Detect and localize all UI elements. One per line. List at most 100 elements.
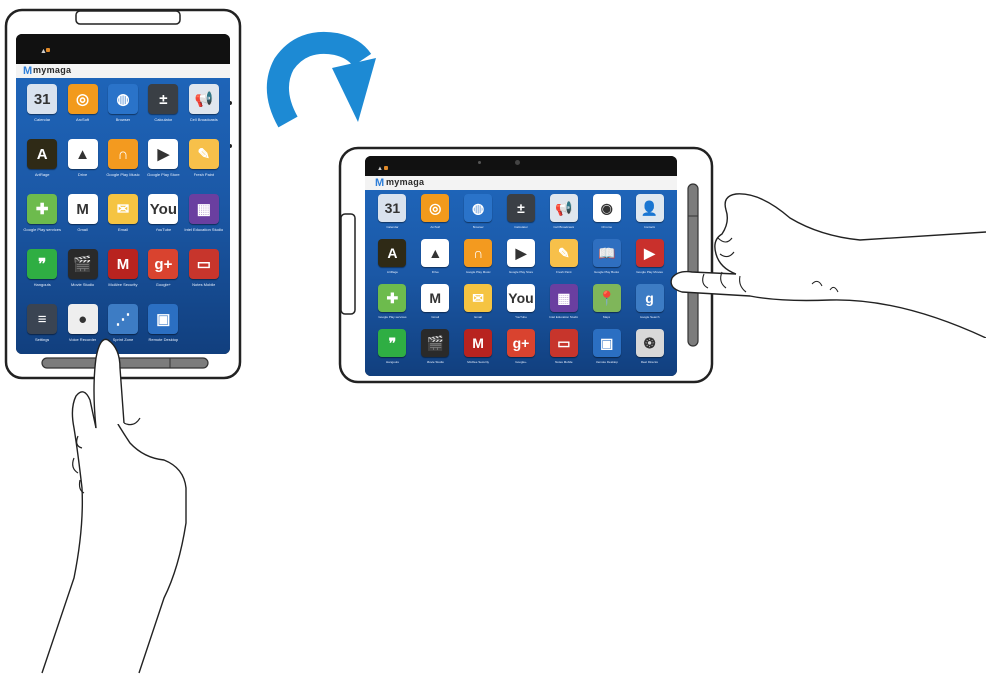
calendar-icon: 31 [378, 194, 407, 222]
app-glyph: ▶ [644, 244, 655, 261]
gmail-icon: M [67, 194, 98, 224]
app-label: Calculator [514, 225, 528, 229]
app-launcher-item[interactable]: 🎬 Movie Studio [62, 249, 102, 304]
app-launcher-item[interactable]: You YouTube [143, 194, 183, 249]
app-glyph: 📍 [597, 289, 616, 306]
app-glyph: ⋰ [115, 311, 131, 328]
app-glyph: 📢 [194, 91, 214, 108]
app-launcher-item[interactable]: ◍ Browser [103, 84, 143, 139]
app-launcher-item[interactable]: 📢 Cell Broadcasts [184, 84, 224, 139]
app-glyph: M [472, 335, 484, 351]
app-glyph: ▦ [196, 201, 211, 218]
app-launcher-item[interactable]: M McAfee Security [457, 329, 500, 374]
app-label: Intel Education Studio [549, 315, 579, 319]
calculator-icon: ± [148, 84, 179, 114]
app-launcher-item[interactable]: g+ Google+ [500, 329, 543, 374]
app-glyph: g+ [512, 335, 530, 351]
app-glyph: 👤 [640, 199, 659, 216]
megaphone-icon: 📢 [188, 84, 219, 114]
app-launcher-item[interactable]: ◉ Chrome [585, 194, 628, 239]
landscape-status-bar: ▲ [365, 156, 677, 176]
app-label: ArtRage [386, 270, 398, 274]
app-glyph: ❞ [38, 256, 47, 273]
app-launcher-item[interactable]: ✚ Google Play services [371, 284, 414, 329]
app-glyph: ▦ [557, 289, 571, 306]
app-launcher-item[interactable]: 31 Calendar [371, 194, 414, 239]
puzzle-icon: ✚ [27, 194, 58, 224]
app-launcher-item[interactable]: ▶ Google Play Store [143, 139, 183, 194]
app-launcher-item[interactable]: ▭ Notes Mobile [184, 249, 224, 304]
portrait-brand-bar: M mymaga [16, 64, 230, 79]
app-label: Calendar [386, 225, 399, 229]
app-glyph: ▭ [196, 256, 211, 273]
app-launcher-item[interactable]: ± Calculator [143, 84, 183, 139]
landscape-app-grid: 31 Calendar ◎ ArcSoft ◍ Browser ± Calculator 📢 Ce… [371, 194, 671, 374]
app-label: Browser [115, 117, 131, 122]
app-launcher-item[interactable]: ▦ Intel Education Studio [184, 194, 224, 249]
app-launcher-item[interactable]: ◎ ArcSoft [414, 194, 457, 239]
brand-logo-text: mymaga [33, 65, 72, 75]
app-launcher-item[interactable]: ✎ Fresh Paint [184, 139, 224, 194]
app-launcher-item[interactable]: 📢 Cell Broadcasts [542, 194, 585, 239]
app-glyph: 🎬 [73, 256, 92, 273]
app-launcher-item[interactable]: A ArtRage [371, 239, 414, 284]
app-glyph: ± [517, 200, 525, 216]
app-launcher-item[interactable]: ✚ Google Play services [22, 194, 62, 249]
app-label: Google Play Store [147, 172, 180, 177]
app-label: Google+ [155, 282, 171, 287]
app-label: Cell Broadcasts [553, 225, 575, 229]
app-launcher-item[interactable]: M Gmail [62, 194, 102, 249]
app-launcher-item[interactable]: ▲ Drive [414, 239, 457, 284]
landscape-screen: ▲ M mymaga 31 Calendar ◎ ArcSoft ◍ Browser ± Ca… [365, 156, 677, 376]
app-launcher-item[interactable]: ◍ Browser [457, 194, 500, 239]
app-glyph: You [508, 290, 534, 306]
app-launcher-item[interactable]: 🎬 Movie Studio [414, 329, 457, 374]
email-icon: ✉ [464, 284, 493, 312]
app-launcher-item[interactable]: g+ Google+ [143, 249, 183, 304]
portrait-tablet: ▲ M mymaga 31 Calendar ◎ ArcSoft ◍ Browser ± Ca… [4, 8, 242, 674]
app-launcher-item[interactable]: ▭ Notes Mobile [542, 329, 585, 374]
app-label: Calendar [34, 117, 51, 122]
app-launcher-item[interactable]: ▲ Drive [62, 139, 102, 194]
app-label: Hangouts [386, 360, 399, 364]
youtube-icon: You [148, 194, 179, 224]
app-launcher-item[interactable]: ▶ Google Play Store [500, 239, 543, 284]
app-label: Cell Broadcasts [189, 117, 218, 122]
app-glyph: ◍ [472, 199, 485, 216]
brand-logo-text: mymaga [386, 177, 425, 187]
app-launcher-item[interactable]: ✉ Email [103, 194, 143, 249]
app-launcher-item[interactable]: ▦ Intel Education Studio [542, 284, 585, 329]
megaphone-icon: 📢 [549, 194, 578, 222]
gmail-icon: M [421, 284, 450, 312]
app-launcher-item[interactable]: 31 Calendar [22, 84, 62, 139]
app-label: Movie Studio [71, 282, 95, 287]
app-glyph: 31 [33, 90, 51, 108]
app-launcher-item[interactable]: A ArtRage [22, 139, 62, 194]
app-launcher-item[interactable]: You YouTube [500, 284, 543, 329]
app-glyph: ✚ [386, 289, 399, 306]
app-launcher-item[interactable]: ∩ Google Play Music [103, 139, 143, 194]
app-label: Google Play services [378, 315, 407, 319]
app-launcher-item[interactable]: ▣ Remote Desktop [585, 329, 628, 374]
app-glyph: ✉ [472, 289, 484, 306]
app-label: Remote Desktop [595, 360, 618, 364]
app-label: Google Play Music [106, 172, 140, 177]
app-launcher-item[interactable]: M Gmail [414, 284, 457, 329]
app-launcher-item[interactable]: ◎ ArcSoft [62, 84, 102, 139]
app-glyph: ∩ [473, 245, 484, 261]
app-launcher-item[interactable]: M McAfee Security [103, 249, 143, 304]
app-launcher-item[interactable]: 📍 Maps [585, 284, 628, 329]
app-launcher-item[interactable]: ± Calculator [500, 194, 543, 239]
app-launcher-item[interactable]: ❞ Hangouts [371, 329, 414, 374]
tiles-icon: ▦ [188, 194, 219, 224]
app-glyph: M [76, 200, 89, 218]
app-label: Gmail [77, 227, 88, 232]
app-launcher-item[interactable]: ❞ Hangouts [22, 249, 62, 304]
app-glyph: ◎ [76, 91, 90, 108]
app-glyph: A [387, 245, 398, 261]
app-launcher-item[interactable]: 📖 Google Play Books [585, 239, 628, 284]
app-launcher-item[interactable]: ∩ Google Play Music [457, 239, 500, 284]
app-glyph: ▭ [557, 334, 571, 351]
app-launcher-item[interactable]: ✉ Email [457, 284, 500, 329]
app-launcher-item[interactable]: ✎ Fresh Paint [542, 239, 585, 284]
